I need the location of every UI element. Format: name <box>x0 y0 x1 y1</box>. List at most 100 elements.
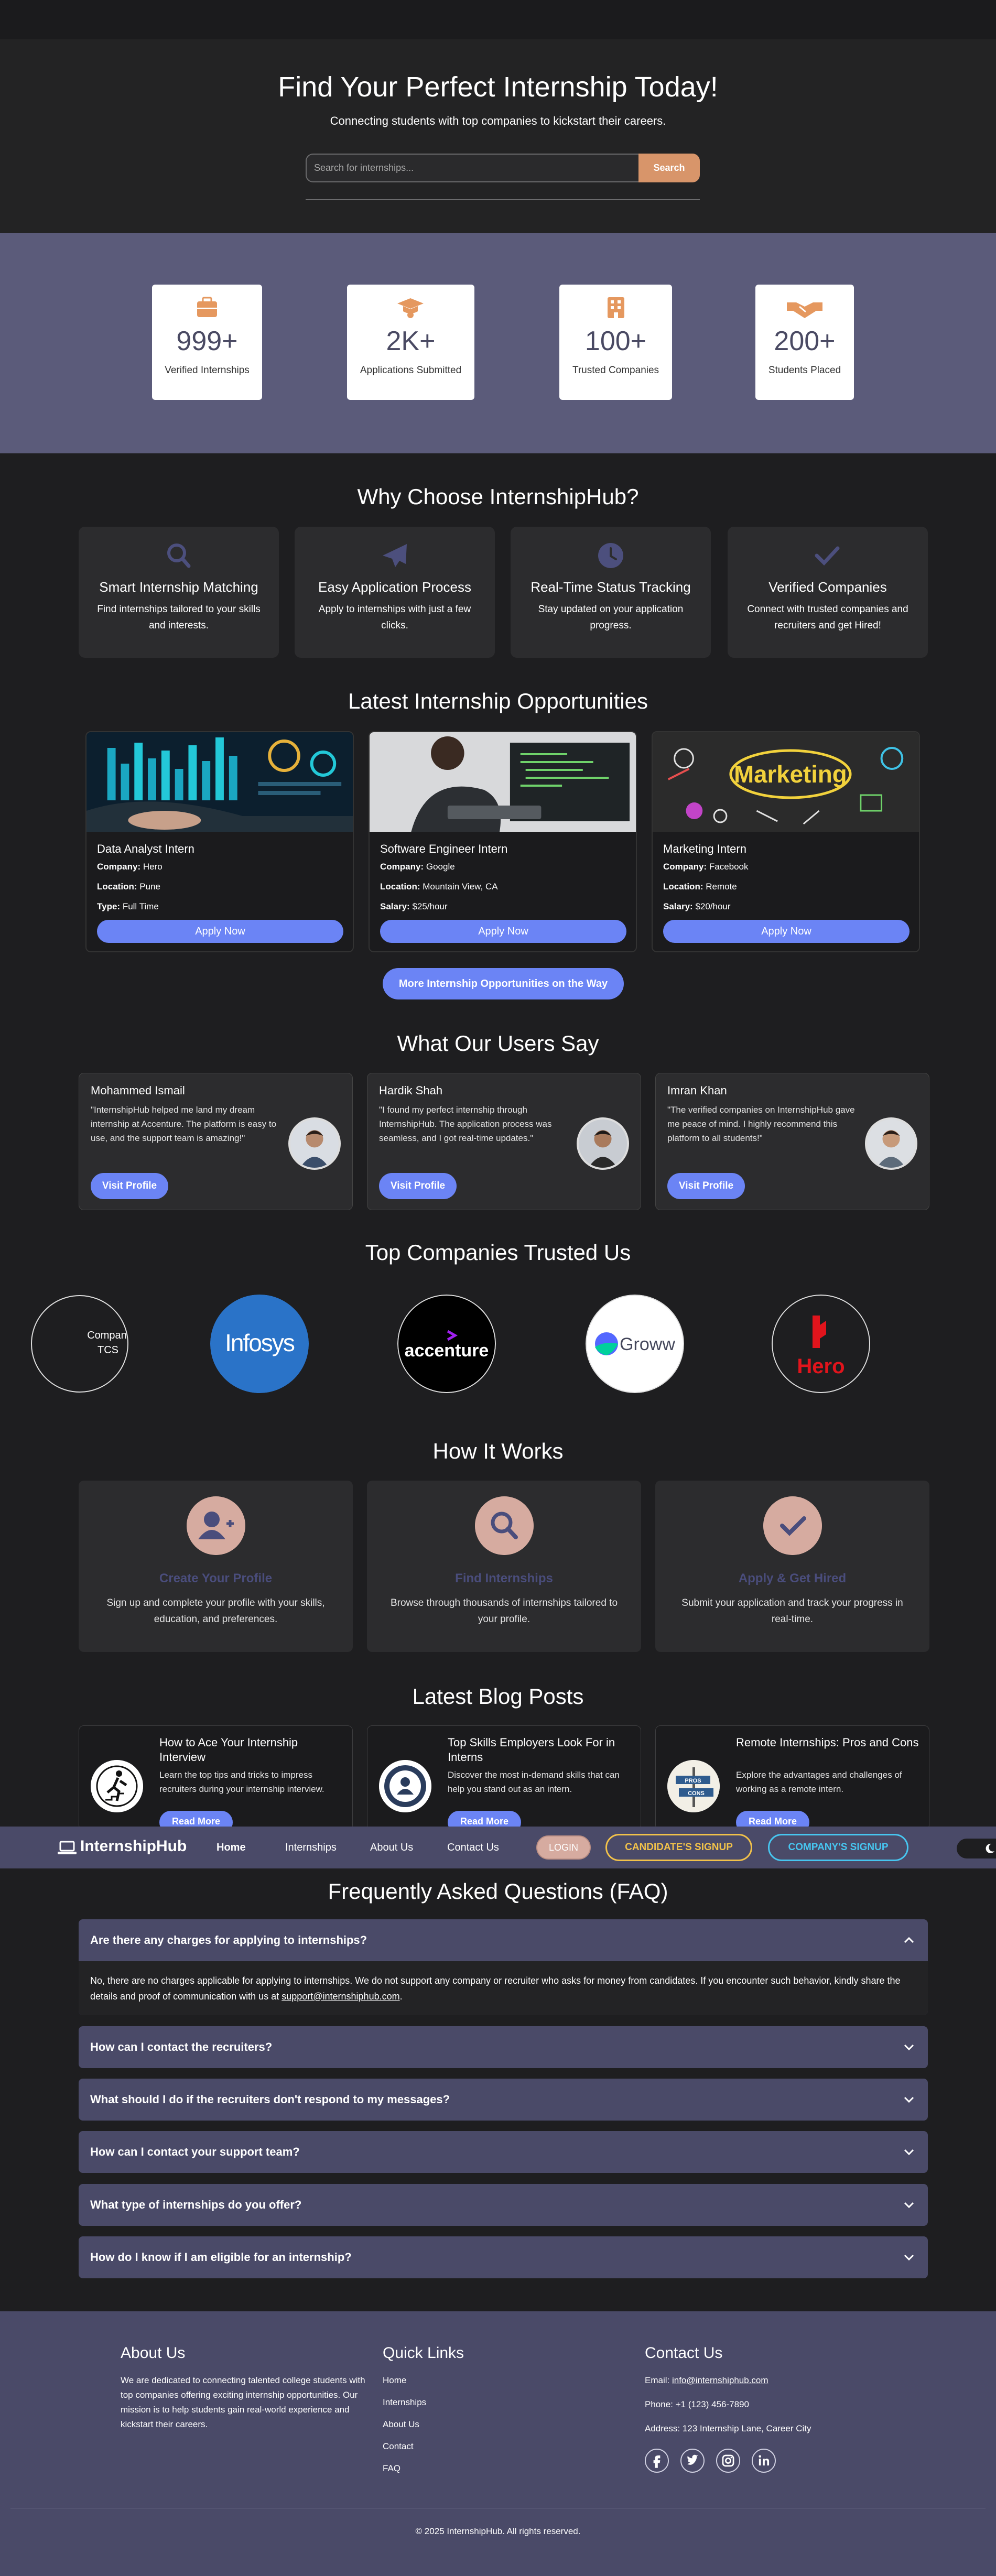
nav-link-home[interactable]: Home <box>216 1842 246 1854</box>
avatar <box>577 1117 629 1170</box>
stat-label: Applications Submitted <box>360 365 462 376</box>
handshake-icon <box>787 302 822 318</box>
field-value: Mountain View, CA <box>423 882 498 892</box>
faq-item-no-response[interactable]: What should I do if the recruiters don't… <box>79 2079 928 2121</box>
accenture-logo: accenture <box>397 1295 496 1393</box>
why-title: Why Choose InternshipHub? <box>357 484 639 509</box>
search-icon <box>167 544 191 568</box>
email-link[interactable]: info@internshiphub.com <box>672 2375 768 2385</box>
footer-link-about[interactable]: About Us <box>383 2419 419 2430</box>
how-card-desc: Submit your application and track your p… <box>681 1597 903 1625</box>
hero-section: Find Your Perfect Internship Today! Conn… <box>0 39 996 233</box>
blog-title: Latest Blog Posts <box>412 1684 584 1709</box>
field-label: Location: <box>663 882 703 892</box>
blog-card: How to Ace Your Internship Interview Lea… <box>79 1725 353 1830</box>
theme-toggle[interactable] <box>957 1839 996 1858</box>
cons-label: CONS <box>688 1790 705 1797</box>
infosys-logo: Infosys <box>210 1295 309 1393</box>
apply-now-button[interactable]: Apply Now <box>380 920 626 943</box>
internship-type: Type: Full Time <box>97 901 159 912</box>
faq-item-contact-recruiters[interactable]: How can I contact the recruiters? <box>79 2026 928 2068</box>
nav-link-internships[interactable]: Internships <box>285 1842 337 1854</box>
faq-item-types[interactable]: What type of internships do you offer? <box>79 2184 928 2226</box>
blog-card: Top Skills Employers Look For in Interns… <box>367 1725 641 1830</box>
chevron-up-icon[interactable] <box>903 1934 915 1947</box>
linkedin-icon[interactable] <box>752 2449 776 2473</box>
faq-item-charges[interactable]: Are there any charges for applying to in… <box>79 1919 928 2015</box>
why-card-title: Real-Time Status Tracking <box>531 579 691 595</box>
footer-link-contact[interactable]: Contact <box>383 2441 414 2452</box>
internship-title: Data Analyst Intern <box>97 842 194 855</box>
visit-profile-button[interactable]: Visit Profile <box>379 1173 457 1199</box>
copyright: © 2025 InternshipHub. All rights reserve… <box>415 2526 581 2536</box>
chevron-down-icon[interactable] <box>903 2041 915 2053</box>
chevron-down-icon[interactable] <box>903 2146 915 2158</box>
faq-question[interactable]: How can I contact your support team? <box>90 2131 300 2173</box>
twitter-icon[interactable] <box>680 2449 705 2473</box>
why-card-application: Easy Application Process Apply to intern… <box>295 527 495 658</box>
accenture-logo-text: accenture <box>405 1341 489 1361</box>
candidate-signup-button[interactable]: CANDIDATE'S SIGNUP <box>605 1834 752 1861</box>
faq-question[interactable]: What should I do if the recruiters don't… <box>90 2079 450 2121</box>
apply-now-button[interactable]: Apply Now <box>97 920 343 943</box>
footer-email: Email: info@internshiphub.com <box>645 2375 768 2386</box>
faq-title: Frequently Asked Questions (FAQ) <box>328 1879 668 1904</box>
chevron-down-icon[interactable] <box>903 2251 915 2264</box>
login-button[interactable]: LOGIN <box>536 1835 591 1860</box>
more-opportunities-button[interactable]: More Internship Opportunities on the Way <box>383 968 624 999</box>
companies-title: Top Companies Trusted Us <box>365 1240 631 1265</box>
faq-question[interactable]: What type of internships do you offer? <box>90 2184 301 2226</box>
blog-desc: Discover the most in-demand skills that … <box>448 1770 620 1794</box>
how-card-desc: Sign up and complete your profile with y… <box>106 1597 325 1625</box>
chevron-down-icon[interactable] <box>903 2199 915 2211</box>
faq-question[interactable]: How do I know if I am eligible for an in… <box>90 2236 352 2278</box>
faq-question[interactable]: How can I contact the recruiters? <box>90 2026 272 2068</box>
field-label: Salary: <box>663 901 693 911</box>
apply-now-button[interactable]: Apply Now <box>663 920 910 943</box>
faq-item-support[interactable]: How can I contact your support team? <box>79 2131 928 2173</box>
testimonial-card: Hardik Shah "I found my perfect internsh… <box>367 1073 641 1210</box>
field-value: Full Time <box>122 901 159 911</box>
field-label: Company: <box>380 862 424 872</box>
support-email-link[interactable]: support@internshiphub.com <box>282 1991 399 2002</box>
instagram-icon[interactable] <box>716 2449 740 2473</box>
top-strip <box>0 0 996 39</box>
faq-question[interactable]: Are there any charges for applying to in… <box>90 1919 367 1961</box>
faq-item-eligibility[interactable]: How do I know if I am eligible for an in… <box>79 2236 928 2278</box>
hero-logo: Hero <box>772 1295 870 1393</box>
field-value: Google <box>426 862 455 872</box>
company-signup-button[interactable]: COMPANY'S SIGNUP <box>768 1834 908 1861</box>
how-title: How It Works <box>432 1439 564 1463</box>
stat-card-companies: 100+ Trusted Companies <box>559 285 672 400</box>
visit-profile-button[interactable]: Visit Profile <box>91 1173 168 1199</box>
testimonials-title: What Our Users Say <box>397 1031 599 1056</box>
laptop-icon <box>58 1841 77 1854</box>
internship-company: Company: Facebook <box>663 862 749 872</box>
blog-title: Remote Internships: Pros and Cons <box>736 1736 919 1749</box>
footer-link-faq[interactable]: FAQ <box>383 2463 400 2474</box>
brand-logo[interactable]: InternshipHub <box>80 1838 187 1855</box>
field-label: Company: <box>97 862 141 872</box>
stat-card-applications: 2K+ Applications Submitted <box>347 285 474 400</box>
paper-plane-icon <box>383 544 407 567</box>
field-value: Remote <box>706 882 737 892</box>
nav-link-about[interactable]: About Us <box>370 1842 413 1854</box>
chevron-down-icon[interactable] <box>903 2093 915 2106</box>
stat-label: Students Placed <box>768 365 841 376</box>
search-input[interactable]: Search for internships... <box>306 154 638 182</box>
nav-link-contact[interactable]: Contact Us <box>447 1842 499 1854</box>
internship-card-software-engineer: Software Engineer Intern Company: Google… <box>369 731 637 952</box>
footer-link-internships[interactable]: Internships <box>383 2397 426 2408</box>
facebook-icon[interactable] <box>645 2449 669 2473</box>
stats-section: 999+ Verified Internships 2K+ Applicatio… <box>0 233 996 453</box>
faq-answer-end: . <box>399 1991 403 2002</box>
stat-value: 999+ <box>176 326 238 356</box>
field-value: Pune <box>139 882 160 892</box>
why-card-matching: Smart Internship Matching Find internshi… <box>79 527 279 658</box>
blog-card: PROS CONS Remote Internships: Pros and C… <box>655 1725 929 1830</box>
faq-answer-text: No, there are no charges applicable for … <box>90 1975 901 2002</box>
search-button[interactable]: Search <box>638 154 700 182</box>
infosys-logo-text: Infosys <box>225 1329 295 1356</box>
footer-link-home[interactable]: Home <box>383 2375 406 2386</box>
visit-profile-button[interactable]: Visit Profile <box>667 1173 745 1199</box>
